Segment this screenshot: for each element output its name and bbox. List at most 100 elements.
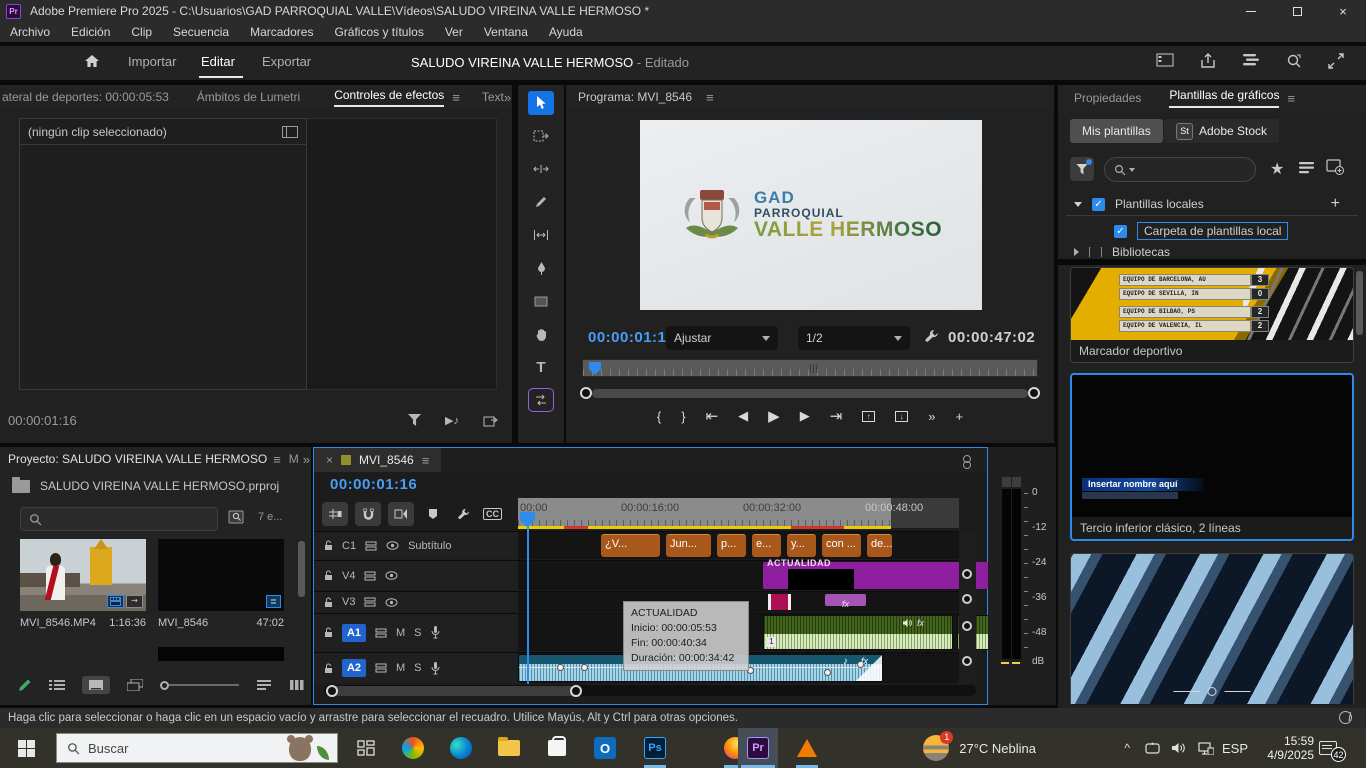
project-scrollbar[interactable] [298,541,305,597]
weather-widget[interactable]: 1 27°C Neblina [923,728,1036,768]
pen-tool[interactable] [528,256,554,280]
caption-clip[interactable]: Jun... [666,534,711,557]
automate-sequence-icon[interactable] [289,679,305,691]
tab-propiedades[interactable]: Propiedades [1074,91,1141,105]
vlc-button[interactable] [788,728,826,768]
timeline-zoom-scrollbar[interactable] [324,685,976,696]
project-search-input[interactable] [20,507,218,531]
tab-overflow-icon[interactable]: » [303,452,310,467]
lift-button[interactable]: ↑ [862,411,875,422]
writable-pencil-icon[interactable] [18,678,32,692]
list-view-icon[interactable] [49,679,65,691]
linked-selection-icon[interactable] [388,502,414,526]
track-meta-icon[interactable] [364,571,376,581]
mic-icon[interactable] [431,662,440,675]
tab-lateral-deportes[interactable]: ateral de deportes: 00:00:05:53 [2,90,169,104]
notification-center-button[interactable]: 42 [1319,728,1352,768]
clock-widget[interactable]: 15:59 4/9/2025 [1267,728,1314,768]
tab-plantillas-graficos[interactable]: Plantillas de gráficos [1169,88,1279,108]
zoom-handle-right[interactable] [570,685,582,697]
extract-button[interactable]: ↓ [895,411,908,422]
program-tab[interactable]: Programa: MVI_8546 [578,90,692,104]
partial-thumbnail[interactable] [158,647,284,661]
menu-ayuda[interactable]: Ayuda [549,25,583,39]
settings-wrench-icon[interactable] [924,328,940,344]
template-card-partial[interactable] [1070,553,1354,705]
workspaces-icon[interactable] [1242,53,1260,69]
file-explorer-button[interactable] [490,728,528,768]
menu-clip[interactable]: Clip [131,25,152,39]
ripple-edit-tool[interactable] [528,157,554,181]
export-frame-icon[interactable] [483,414,498,427]
track-a1-badge[interactable]: A1 [342,624,366,642]
volume-tray-icon[interactable] [1172,728,1186,768]
tab-text-partial[interactable]: Text [482,90,504,104]
snap-magnet-icon[interactable] [355,502,381,526]
caption-clip[interactable]: ¿V... [601,534,660,557]
tree-row-carpeta-local[interactable]: ✓ Carpeta de plantillas local [1114,222,1288,240]
templates-search-input[interactable] [1104,157,1256,182]
solo-button[interactable]: S [414,627,421,639]
ms-store-button[interactable] [538,728,576,768]
caption-clip[interactable]: con ... [822,534,861,557]
edge-button[interactable] [442,728,480,768]
menu-edicion[interactable]: Edición [71,25,110,39]
outlook-button[interactable]: O [586,728,624,768]
info-icon[interactable]: i [1339,711,1352,724]
next-tab-partial[interactable]: M [289,452,299,466]
scrollbar-left-knob[interactable] [580,387,592,399]
clip-name[interactable]: MVI_8546.MP4 [20,617,96,629]
hand-tool[interactable] [528,322,554,346]
timeline-scroll-thumb[interactable] [329,686,577,696]
timeline-settings-wrench-icon[interactable] [452,502,476,526]
audio-clip-green[interactable]: 1 fx [763,615,953,650]
track-knob[interactable] [962,621,972,631]
scrollbar-track[interactable] [592,389,1028,398]
menu-secuencia[interactable]: Secuencia [173,25,229,39]
nest-sequence-icon[interactable] [322,502,348,526]
photoshop-button[interactable]: Ps [636,728,674,768]
mark-in-button[interactable]: { [657,409,661,424]
sort-icon[interactable] [256,679,272,691]
menu-graficos[interactable]: Gráficos y títulos [334,25,423,39]
track-meta-icon[interactable] [364,597,376,607]
snip-tray-icon[interactable] [1145,728,1160,768]
track-id-label[interactable]: C1 [342,540,356,552]
carpeta-local-label[interactable]: Carpeta de plantillas local [1137,222,1288,240]
program-scrub-bar[interactable]: ||| [582,359,1038,377]
track-meta-icon[interactable] [375,628,387,638]
subtab-adobe-stock[interactable]: St Adobe Stock [1164,119,1279,143]
tab-ambitos-lumetri[interactable]: Ámbitos de Lumetri [197,90,300,104]
quick-search-icon[interactable] [1286,53,1302,69]
sequence-tab[interactable]: × MVI_8546 ≡ [314,448,441,472]
caption-clip[interactable]: y... [787,534,816,557]
templates-scrollbar[interactable] [1356,271,1363,335]
panel-toggle-icon[interactable] [1156,53,1174,69]
fade-handle[interactable] [856,655,882,681]
caption-clip[interactable]: p... [717,534,746,557]
eye-icon[interactable] [385,571,398,580]
bibliotecas-checkbox[interactable] [1089,247,1102,257]
caption-clip[interactable]: e... [752,534,781,557]
play-audio-icon[interactable]: ▶♪ [445,414,459,427]
mute-button[interactable]: M [396,627,405,639]
track-id-label[interactable]: V3 [342,596,355,608]
add-button-icon[interactable]: + [956,409,964,424]
track-a2-badge[interactable]: A2 [342,659,366,677]
slip-tool[interactable] [528,223,554,247]
tab-overflow-icon[interactable]: » [504,90,511,105]
copilot-button[interactable] [394,728,432,768]
rectangle-tool[interactable] [528,289,554,313]
track-knob[interactable] [962,594,972,604]
template-card-marcador-deportivo[interactable]: EQUIPO DE BARCELONA, AU3 EQUIPO DE SEVIL… [1070,267,1354,363]
project-item-clip[interactable]: ⇝ MVI_8546.MP4 1:16:36 [20,539,146,629]
video-badge-icon[interactable] [107,595,124,608]
track-id-label[interactable]: V4 [342,570,355,582]
lock-icon[interactable] [324,627,333,638]
track-v4-lane[interactable]: ACTUALIDAD fx [518,561,959,590]
mark-out-button[interactable]: } [681,409,685,424]
transport-more-icon[interactable]: » [928,409,935,424]
sequence-badge-icon[interactable]: ≣ [266,595,281,608]
add-marker-icon[interactable] [421,502,445,526]
menu-marcadores[interactable]: Marcadores [250,25,313,39]
